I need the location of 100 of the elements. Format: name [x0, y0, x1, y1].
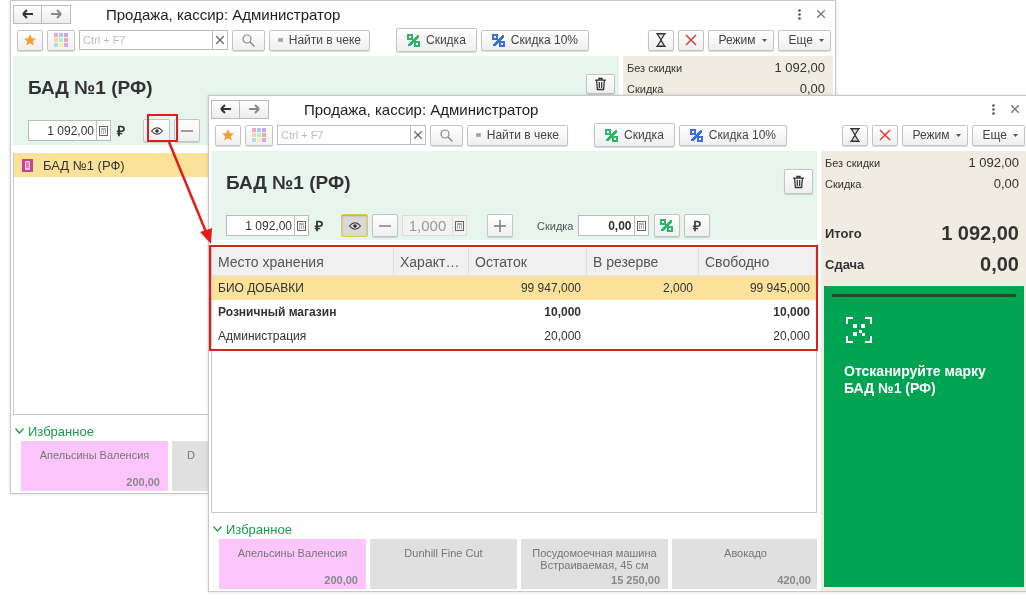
table-cell-text: Администрация: [217, 328, 308, 345]
price-field[interactable]: 1 092,00: [28, 120, 96, 141]
product-price: 200,00: [324, 574, 358, 586]
product-name: Апельсины Валенсия: [39, 449, 150, 461]
more-icon: [992, 103, 995, 115]
discount-field[interactable]: 0,00: [577, 215, 634, 236]
table-cell-text: 10,000: [772, 304, 811, 321]
product-price: 15 250,00: [611, 574, 660, 586]
price-field[interactable]: 1 092,00: [226, 215, 294, 236]
cross-icon: [878, 129, 891, 141]
total-value: 0,00: [993, 176, 1019, 191]
view-stock-button[interactable]: [341, 214, 368, 237]
total-label: Скидка: [627, 82, 664, 95]
timer-button[interactable]: [841, 124, 868, 146]
clear-button[interactable]: [212, 30, 228, 50]
total-label: Итого: [825, 226, 862, 241]
product-tile[interactable]: Dunhill Fine Cut: [370, 539, 517, 589]
product-title: БАД №1 (РФ): [226, 172, 351, 194]
close-button[interactable]: [817, 10, 825, 18]
column-header[interactable]: Остаток: [469, 248, 587, 276]
find-in-receipt-button[interactable]: Найти в чеке: [269, 29, 370, 51]
back-button[interactable]: [13, 4, 42, 24]
total-label: Без скидки: [825, 156, 881, 169]
delete-button[interactable]: [784, 169, 813, 194]
column-header[interactable]: В резерве: [587, 248, 699, 276]
search-button[interactable]: [430, 124, 463, 146]
clear-button[interactable]: [410, 125, 426, 145]
menu-button[interactable]: Режим: [901, 124, 968, 146]
chevron-icon: [15, 428, 24, 434]
caret-icon: [1013, 133, 1018, 137]
search-button[interactable]: [232, 29, 265, 51]
decrease-button[interactable]: [174, 119, 200, 142]
caret-icon: [761, 38, 767, 42]
cancel-button[interactable]: [871, 124, 898, 146]
cancel-button[interactable]: [677, 29, 704, 51]
calculator-icon: [636, 220, 646, 231]
column-header[interactable]: Характ…: [394, 248, 469, 276]
calculator-icon: [99, 125, 108, 136]
total-label: Сдача: [825, 257, 865, 272]
menu-button[interactable]: Еще: [777, 29, 831, 51]
total-value: 1 092,00: [774, 60, 825, 75]
product-price: 420,00: [777, 574, 811, 586]
menu-button[interactable]: Режим: [707, 29, 774, 51]
percent-icon: [660, 219, 673, 232]
table-cell-text: 10,000: [543, 304, 582, 321]
eye-icon: [348, 221, 361, 230]
cross-icon: [684, 34, 697, 46]
forward-arrow-icon: [50, 9, 62, 19]
trash-icon: [793, 173, 804, 190]
search-field[interactable]: Ctrl + F7: [79, 30, 212, 50]
discount-button[interactable]: Скидка 10%: [480, 29, 589, 51]
minus-icon: [181, 129, 193, 132]
product-title: БАД №1 (РФ): [28, 77, 153, 99]
back-button[interactable]: [211, 99, 240, 119]
column-header[interactable]: Свободно: [699, 248, 816, 276]
forward-arrow-icon: [248, 104, 260, 114]
product-price: 200,00: [126, 476, 160, 488]
product-name: D: [187, 449, 195, 461]
currency-sign: ₽: [117, 122, 125, 140]
favorites-heading[interactable]: Избранное: [226, 521, 292, 537]
delete-button[interactable]: [586, 74, 615, 94]
total-value: 0,00: [799, 81, 825, 96]
timer-button[interactable]: [647, 29, 674, 51]
caret-icon: [955, 133, 961, 137]
more-button[interactable]: [798, 8, 801, 20]
more-button[interactable]: [992, 103, 995, 115]
close-icon: [216, 36, 224, 44]
calculator-button[interactable]: [96, 120, 111, 141]
discount-button[interactable]: Скидка: [396, 28, 477, 52]
eye-icon: [150, 126, 163, 135]
product-tile[interactable]: D: [172, 441, 210, 491]
discount-button[interactable]: Скидка: [594, 123, 675, 147]
discount-button[interactable]: Скидка 10%: [678, 124, 787, 146]
product-tile[interactable]: Посудомоечная машина Встраиваемая, 45 см 15 250,00: [521, 539, 668, 589]
calculator-button[interactable]: [452, 215, 467, 236]
product-name: Апельсины Валенсия: [237, 547, 348, 559]
favorites-heading[interactable]: Избранное: [28, 423, 94, 439]
highlight-frame: [147, 114, 178, 142]
search-field[interactable]: Ctrl + F7: [277, 125, 410, 145]
total-label: Без скидки: [627, 61, 683, 74]
close-button[interactable]: [1011, 105, 1019, 113]
total-value: 1 092,00: [941, 222, 1019, 245]
increase-button[interactable]: [487, 214, 513, 237]
calculator-button[interactable]: [294, 215, 309, 236]
close-icon: [414, 131, 422, 139]
menu-button[interactable]: Еще: [971, 124, 1025, 146]
column-header[interactable]: Место хранения: [212, 248, 394, 276]
hourglass-icon: [655, 33, 666, 47]
percent-button[interactable]: [653, 214, 680, 237]
product-tile[interactable]: Авокадо 420,00: [672, 539, 817, 589]
find-in-receipt-button[interactable]: Найти в чеке: [467, 124, 568, 146]
total-value: 0,00: [980, 253, 1019, 276]
discount-label: Скидка: [537, 219, 574, 232]
decrease-button[interactable]: [372, 214, 398, 237]
currency-sign: ₽: [315, 217, 323, 235]
ruble-button[interactable]: ₽: [683, 214, 710, 237]
table-cell: БИО ДОБАВКИ: [212, 276, 394, 300]
close-icon: [1011, 105, 1019, 113]
back-arrow-icon: [219, 104, 232, 114]
more-icon: [798, 8, 801, 20]
